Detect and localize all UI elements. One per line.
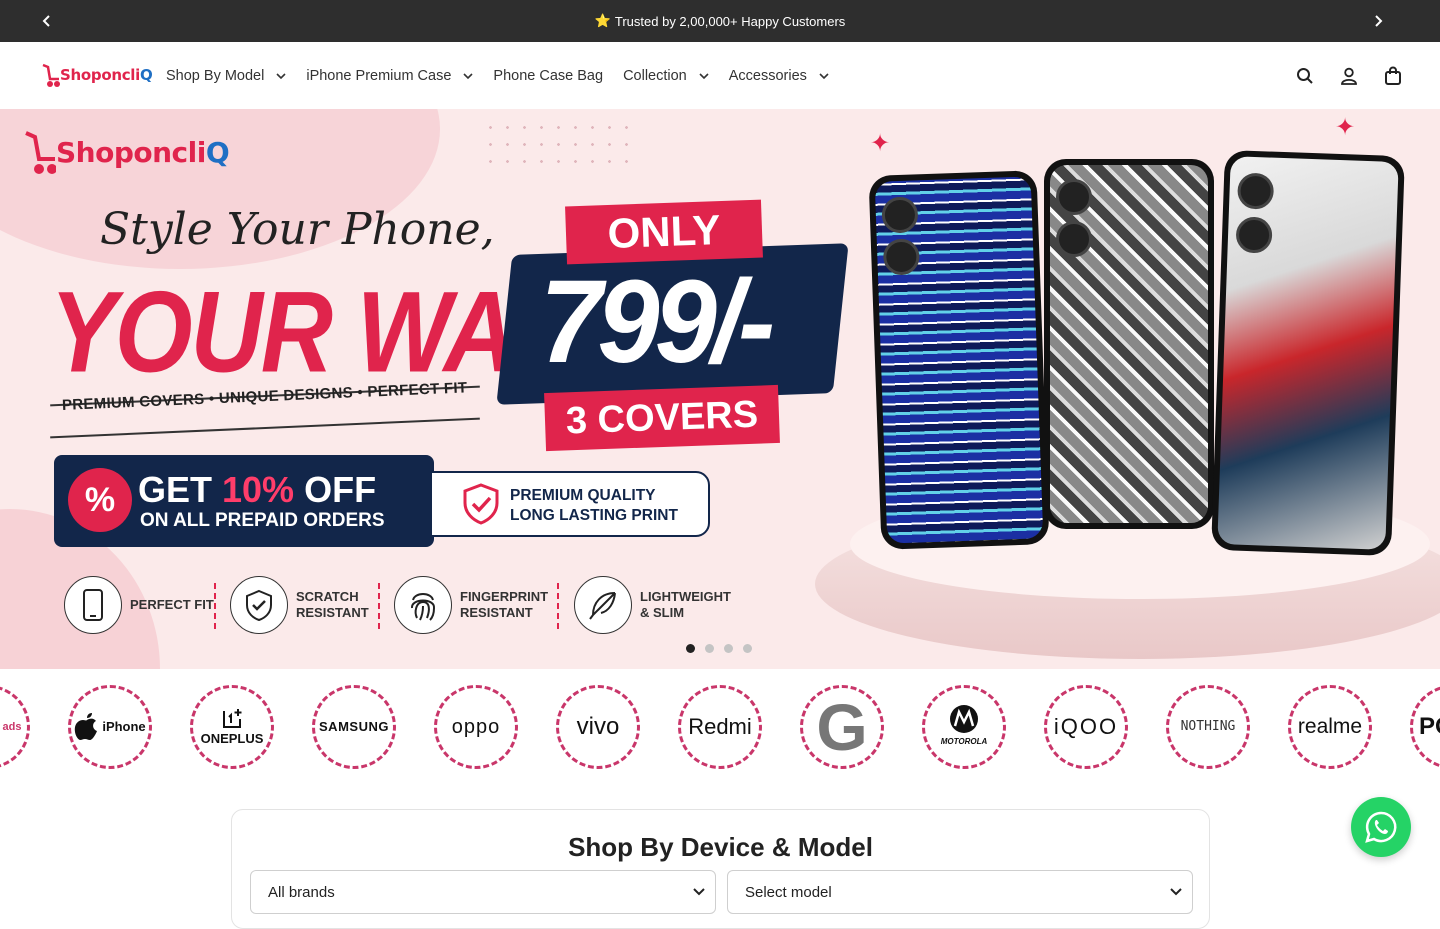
brand-item-poco[interactable]: PO bbox=[1410, 685, 1440, 769]
section-title: Shop By Device & Model bbox=[568, 832, 873, 862]
search-icon bbox=[1297, 67, 1313, 84]
dot-pattern bbox=[482, 119, 642, 163]
chevron-down-icon bbox=[693, 888, 705, 896]
brand-carousel: ads iPhone ONEPLUS SAMSUNG oppo vivo Red… bbox=[0, 669, 1440, 789]
offer-subline: ON ALL PREPAID ORDERS bbox=[140, 510, 385, 531]
whatsapp-icon bbox=[1365, 811, 1397, 843]
announcement-prev-button[interactable] bbox=[26, 0, 68, 42]
apple-logo-icon bbox=[75, 713, 98, 740]
brand-item-motorola[interactable]: MOTOROLA bbox=[922, 685, 1006, 769]
feather-icon bbox=[589, 592, 616, 620]
slide-dot-2[interactable] bbox=[705, 644, 714, 653]
site-header: ShoponcliQ Shop By Model iPhone Premium … bbox=[0, 42, 1440, 109]
announcement-bar: ⭐ Trusted by 2,00,000+ Happy Customers bbox=[0, 0, 1440, 42]
slide-dot-1[interactable] bbox=[686, 644, 695, 653]
chevron-down-icon bbox=[463, 72, 473, 79]
covers-label: 3 COVERS bbox=[544, 384, 780, 452]
search-button[interactable] bbox=[1294, 65, 1316, 87]
offer-headline: GET 10% OFF bbox=[138, 469, 377, 510]
shield-check-icon bbox=[246, 589, 272, 621]
sparkle-icon: ✦ bbox=[870, 130, 891, 157]
logo-text-q: Q bbox=[140, 66, 153, 84]
nav-accessories[interactable]: Accessories bbox=[729, 68, 829, 84]
header-actions bbox=[1294, 42, 1404, 109]
slide-dot-3[interactable] bbox=[724, 644, 733, 653]
chevron-left-icon bbox=[42, 15, 50, 27]
logo-text-oncli: oncli bbox=[101, 66, 140, 84]
feature-scratch-resistant: SCRATCH RESISTANT bbox=[230, 576, 369, 634]
announcement-next-button[interactable] bbox=[1357, 0, 1399, 42]
camera-lens bbox=[1056, 221, 1092, 257]
oneplus-logo-icon bbox=[223, 709, 242, 728]
brand-item-oppo[interactable]: oppo bbox=[434, 685, 518, 769]
brand-item-samsung[interactable]: SAMSUNG bbox=[312, 685, 396, 769]
whatsapp-chat-button[interactable] bbox=[1351, 797, 1411, 857]
cart-logo-icon bbox=[25, 131, 56, 174]
slide-dot-4[interactable] bbox=[743, 644, 752, 653]
sparkle-icon: ✦ bbox=[1335, 114, 1356, 141]
brand-item-oneplus[interactable]: ONEPLUS bbox=[190, 685, 274, 769]
cart-logo-icon bbox=[42, 63, 60, 87]
phone-icon bbox=[83, 589, 103, 621]
main-nav: Shop By Model iPhone Premium Case Phone … bbox=[166, 42, 849, 109]
nav-phone-case-bag[interactable]: Phone Case Bag bbox=[493, 68, 603, 84]
nav-collection[interactable]: Collection bbox=[623, 68, 709, 84]
brand-item-partial[interactable]: ads bbox=[0, 685, 30, 769]
model-select[interactable]: Select model bbox=[727, 870, 1193, 914]
site-logo[interactable]: ShoponcliQ bbox=[42, 62, 153, 88]
slider-pagination bbox=[686, 644, 752, 653]
cart-icon bbox=[1385, 66, 1401, 85]
nav-iphone-premium-case[interactable]: iPhone Premium Case bbox=[306, 68, 473, 84]
chevron-down-icon bbox=[819, 72, 829, 79]
brand-item-google[interactable]: G bbox=[800, 685, 884, 769]
star-icon: ⭐ bbox=[594, 13, 611, 28]
account-icon bbox=[1341, 67, 1357, 85]
logo-text-shop: Shop bbox=[60, 66, 102, 84]
product-image-aztec-case[interactable] bbox=[868, 170, 1050, 550]
price-value: 799/- bbox=[540, 255, 775, 388]
camera-lens bbox=[1056, 179, 1092, 215]
shield-check-icon bbox=[463, 483, 499, 525]
motorola-logo-icon bbox=[950, 705, 978, 733]
product-image-pagoda-case[interactable] bbox=[1211, 149, 1405, 557]
brand-item-redmi[interactable]: Redmi bbox=[678, 685, 762, 769]
quality-text: PREMIUM QUALITY LONG LASTING PRINT bbox=[510, 487, 678, 524]
brand-item-realme[interactable]: realme bbox=[1288, 685, 1372, 769]
account-button[interactable] bbox=[1338, 65, 1360, 87]
chevron-down-icon bbox=[276, 72, 286, 79]
chevron-right-icon bbox=[1375, 15, 1383, 27]
brand-select[interactable]: All brands bbox=[250, 870, 716, 914]
brand-item-vivo[interactable]: vivo bbox=[556, 685, 640, 769]
chevron-down-icon bbox=[1170, 888, 1182, 896]
cart-button[interactable] bbox=[1382, 65, 1404, 87]
percent-icon: % bbox=[68, 468, 132, 532]
brand-item-iphone[interactable]: iPhone bbox=[68, 685, 152, 769]
chevron-down-icon bbox=[699, 72, 709, 79]
hero-script-line: Style Your Phone, bbox=[100, 204, 495, 255]
hero-logo: ShoponcliQ bbox=[24, 127, 230, 177]
brand-item-iqoo[interactable]: iQOO bbox=[1044, 685, 1128, 769]
product-image-anime-case[interactable] bbox=[1044, 159, 1214, 529]
feature-perfect-fit: PERFECT FIT bbox=[64, 576, 214, 634]
shop-by-device-section: Shop By Device & Model All brands Select… bbox=[231, 809, 1210, 929]
feature-lightweight-slim: LIGHTWEIGHT & SLIM bbox=[574, 576, 731, 634]
announcement-text: Trusted by 2,00,000+ Happy Customers bbox=[614, 13, 846, 29]
brand-item-nothing[interactable]: NOTHING bbox=[1166, 685, 1250, 769]
feature-fingerprint-resistant: FINGERPRINT RESISTANT bbox=[394, 576, 548, 634]
fingerprint-icon bbox=[411, 593, 435, 621]
hero-banner[interactable]: ShoponcliQ Style Your Phone, YOUR WAY! P… bbox=[0, 109, 1440, 669]
nav-shop-by-model[interactable]: Shop By Model bbox=[166, 68, 286, 84]
